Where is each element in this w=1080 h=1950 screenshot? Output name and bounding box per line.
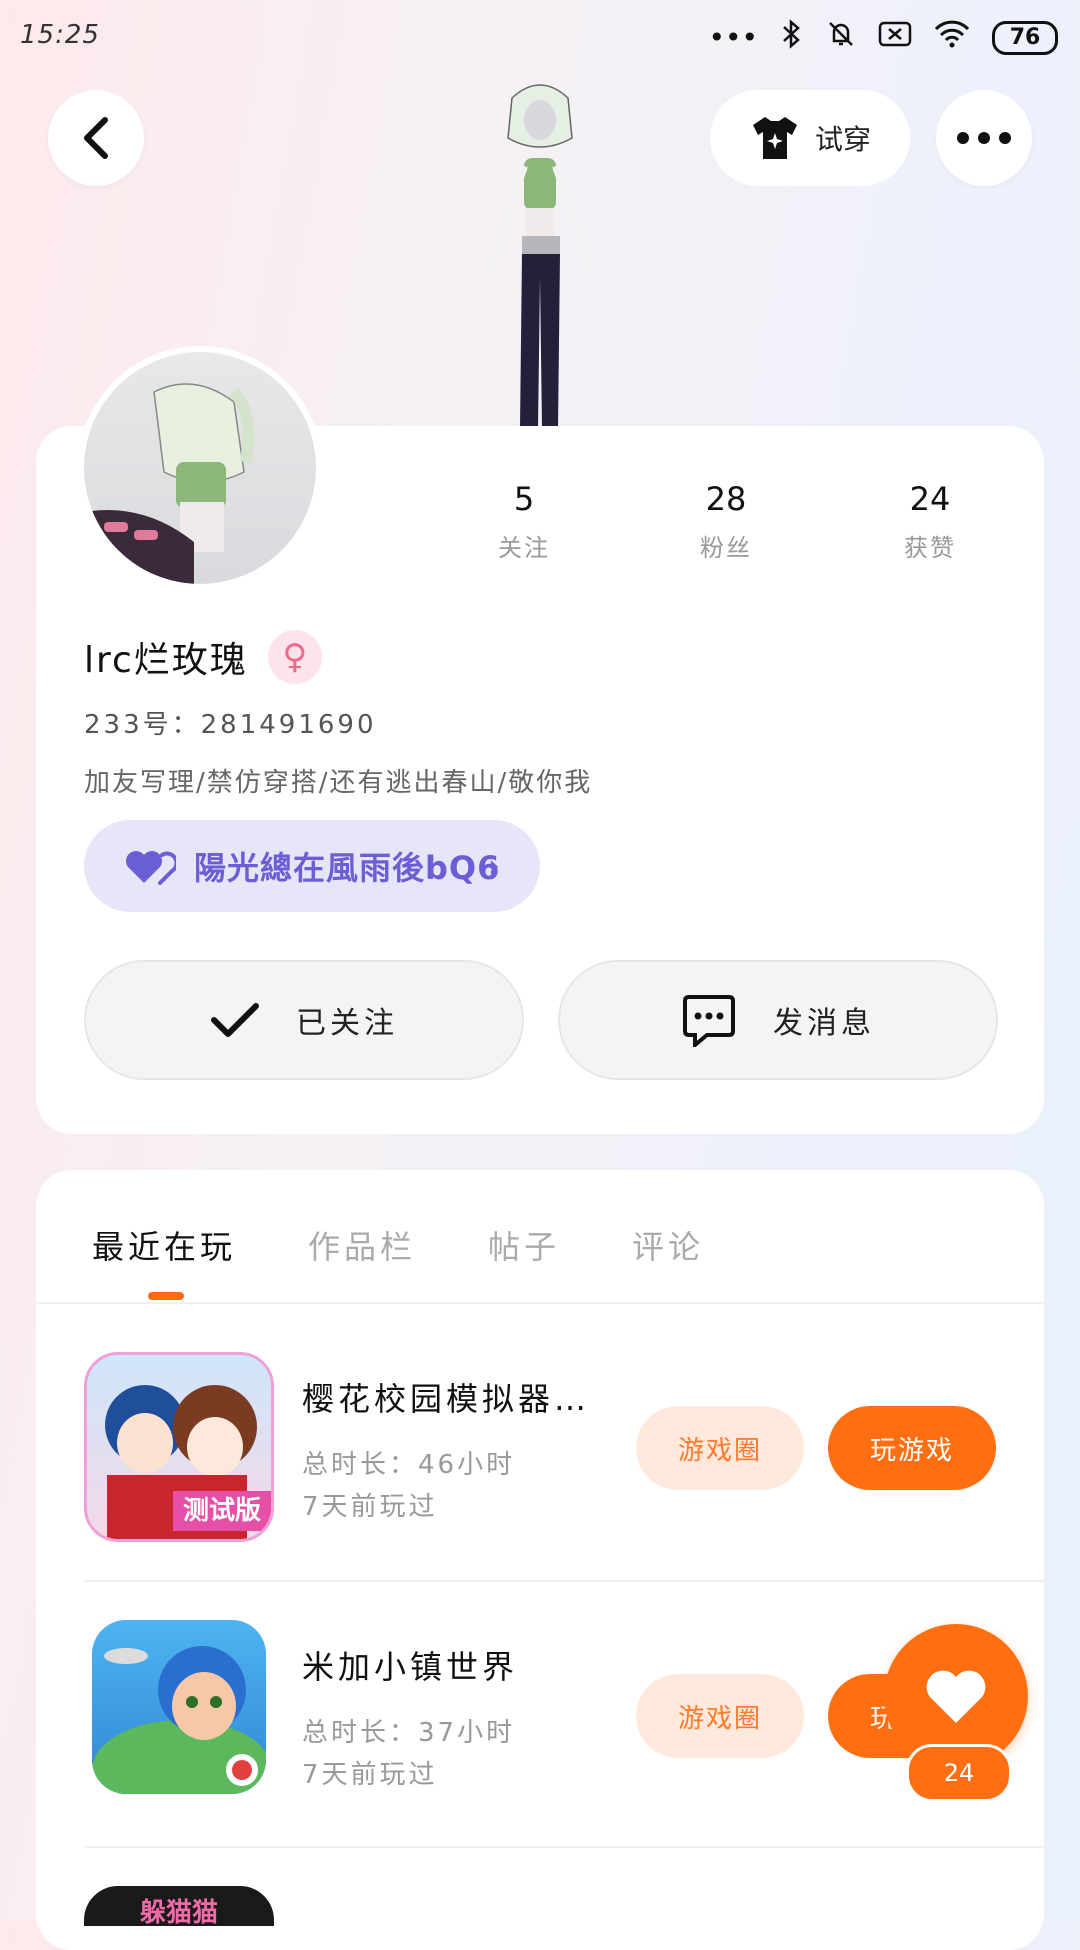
game-artwork: 测试版 (105, 1385, 271, 1539)
row-divider (84, 1846, 1044, 1848)
try-on-label: 试穿 (814, 123, 871, 156)
stat-following-count: 5 (513, 480, 535, 518)
status-time: 15:25 (20, 20, 100, 50)
send-message-label: 发消息 (773, 1006, 875, 1041)
relationship-name: 陽光總在風雨後bQ6 (194, 849, 501, 887)
more-dots-icon: ••• (708, 21, 758, 54)
game-icon[interactable] (92, 1620, 266, 1794)
user-name: lrc烂玫瑰 (84, 640, 248, 681)
game-duration: 总时长：46小时 (302, 1450, 516, 1480)
more-options-button[interactable] (936, 90, 1032, 186)
game-duration: 总时长：37小时 (302, 1718, 516, 1748)
game-icon-text: 躲猫猫 (139, 1898, 218, 1926)
relationship-badge[interactable]: 陽光總在風雨後bQ6 › (84, 820, 540, 912)
following-label: 已关注 (296, 1006, 398, 1041)
stat-fans-count: 28 (705, 480, 747, 518)
avatar-3d-character[interactable] (440, 78, 640, 428)
more-horizontal-icon (957, 132, 1011, 144)
game-icon[interactable]: 测试版 (84, 1352, 274, 1542)
following-button[interactable]: 已关注 (84, 960, 524, 1080)
status-bar: 15:25 ••• 76 (0, 0, 1080, 72)
game-title: 樱花校园模拟器… (302, 1380, 591, 1418)
game-badge: 测试版 (183, 1496, 261, 1526)
game-circle-button[interactable]: 游戏圈 (636, 1674, 804, 1758)
game-artwork (92, 1646, 266, 1794)
chevron-left-icon (84, 117, 108, 159)
play-game-button[interactable]: 玩游戏 (828, 1406, 996, 1490)
heart-icon (926, 1670, 986, 1723)
stat-following-label: 关注 (498, 534, 550, 562)
game-circle-button[interactable]: 游戏圈 (636, 1406, 804, 1490)
try-on-button[interactable]: 试穿 (710, 90, 910, 186)
wifi-icon (934, 20, 970, 55)
tab-works[interactable]: 作品栏 (308, 1222, 416, 1268)
mute-bell-icon (826, 19, 856, 56)
tab-comments[interactable]: 评论 (632, 1222, 704, 1268)
check-icon (211, 1003, 259, 1037)
tab-indicator (148, 1292, 184, 1300)
tshirt-icon (752, 117, 797, 159)
name-row: lrc烂玫瑰 ♀ (84, 630, 322, 684)
stat-likes-count: 24 (909, 480, 951, 518)
bluetooth-icon (780, 18, 804, 57)
send-message-button[interactable]: 发消息 (558, 960, 998, 1080)
tab-divider (36, 1302, 1044, 1304)
stat-fans-label: 粉丝 (700, 534, 752, 562)
back-button[interactable] (48, 90, 144, 186)
tab-posts[interactable]: 帖子 (488, 1222, 560, 1268)
games-card (36, 1170, 1044, 1950)
profile-tabs: 最近在玩 作品栏 帖子 评论 (92, 1222, 704, 1268)
tab-recently-played[interactable]: 最近在玩 (92, 1222, 236, 1268)
avatar-image (84, 383, 255, 584)
sim-card-icon (878, 20, 912, 55)
chevron-right-icon: › (488, 848, 500, 884)
heart-pair-icon (126, 851, 176, 885)
battery-indicator: 76 (992, 20, 1058, 55)
row-divider (84, 1580, 1044, 1582)
game-icon[interactable]: 躲猫猫 (84, 1886, 274, 1926)
chat-bubble-icon (683, 995, 735, 1047)
stat-following[interactable]: 5 关注 (444, 480, 604, 563)
stat-fans[interactable]: 28 粉丝 (646, 480, 806, 563)
user-id[interactable]: 233号：281491690 (84, 704, 377, 741)
game-last-played: 7天前玩过 (302, 1760, 438, 1790)
game-row[interactable]: 测试版 樱花校园模拟器… 总时长：46小时 7天前玩过 游戏圈 玩游戏 (84, 1352, 1044, 1552)
user-bio: 加友写理/禁仿穿搭/还有逃出春山/敬你我 (84, 768, 593, 798)
avatar[interactable] (84, 352, 316, 584)
like-count: 24 (906, 1744, 1012, 1802)
female-icon: ♀ (267, 630, 322, 684)
stat-likes[interactable]: 24 获赞 (850, 480, 1010, 563)
status-icons: ••• 76 (708, 18, 1058, 57)
game-title: 米加小镇世界 (302, 1648, 519, 1686)
game-last-played: 7天前玩过 (302, 1492, 438, 1522)
stat-likes-label: 获赞 (904, 534, 956, 562)
